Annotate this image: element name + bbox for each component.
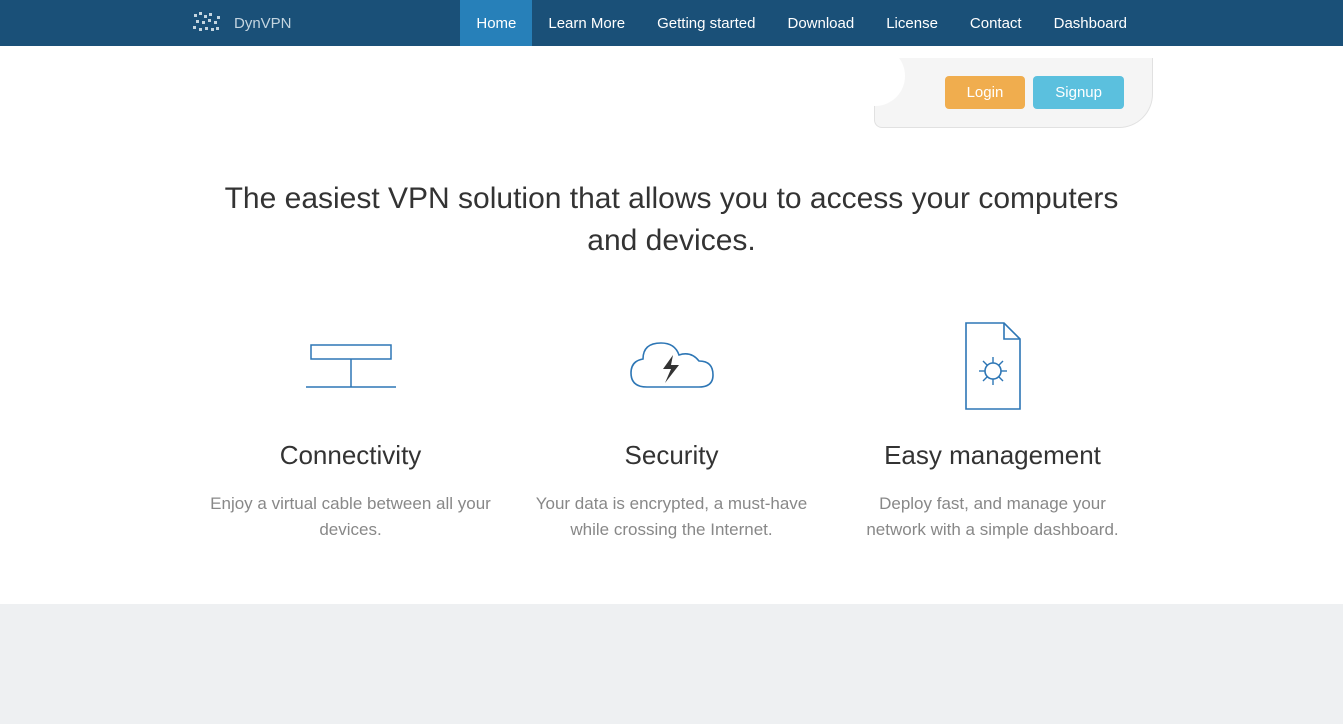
- auth-area: Login Signup: [0, 46, 1343, 128]
- brand[interactable]: DynVPN: [190, 0, 322, 46]
- feature-title: Easy management: [852, 440, 1133, 471]
- brand-logo-icon: [190, 10, 224, 36]
- signup-button[interactable]: Signup: [1033, 76, 1124, 109]
- feature-description: Deploy fast, and manage your network wit…: [852, 491, 1133, 544]
- hero: The easiest VPN solution that allows you…: [0, 128, 1343, 292]
- feature-description: Your data is encrypted, a must-have whil…: [531, 491, 812, 544]
- feature-connectivity: Connectivity Enjoy a virtual cable betwe…: [190, 322, 511, 544]
- feature-title: Connectivity: [210, 440, 491, 471]
- nav-contact[interactable]: Contact: [954, 0, 1038, 46]
- navbar: DynVPN Home Learn More Getting started D…: [0, 0, 1343, 46]
- nav-home[interactable]: Home: [460, 0, 532, 46]
- feature-management: Easy management Deploy fast, and manage …: [832, 322, 1153, 544]
- nav-learn-more[interactable]: Learn More: [532, 0, 641, 46]
- nav-license[interactable]: License: [870, 0, 954, 46]
- feature-description: Enjoy a virtual cable between all your d…: [210, 491, 491, 544]
- file-gear-icon: [852, 322, 1133, 412]
- nav-getting-started[interactable]: Getting started: [641, 0, 771, 46]
- nav-links: Home Learn More Getting started Download…: [460, 0, 1343, 46]
- feature-security: Security Your data is encrypted, a must-…: [511, 322, 832, 544]
- feature-title: Security: [531, 440, 812, 471]
- features: Connectivity Enjoy a virtual cable betwe…: [0, 292, 1343, 604]
- network-icon: [210, 322, 491, 412]
- auth-pill: Login Signup: [874, 58, 1153, 128]
- nav-dashboard[interactable]: Dashboard: [1038, 0, 1143, 46]
- footer-band: [0, 604, 1343, 724]
- nav-download[interactable]: Download: [771, 0, 870, 46]
- cloud-bolt-icon: [531, 322, 812, 412]
- hero-headline: The easiest VPN solution that allows you…: [200, 178, 1143, 262]
- brand-name: DynVPN: [234, 15, 292, 32]
- login-button[interactable]: Login: [945, 76, 1026, 109]
